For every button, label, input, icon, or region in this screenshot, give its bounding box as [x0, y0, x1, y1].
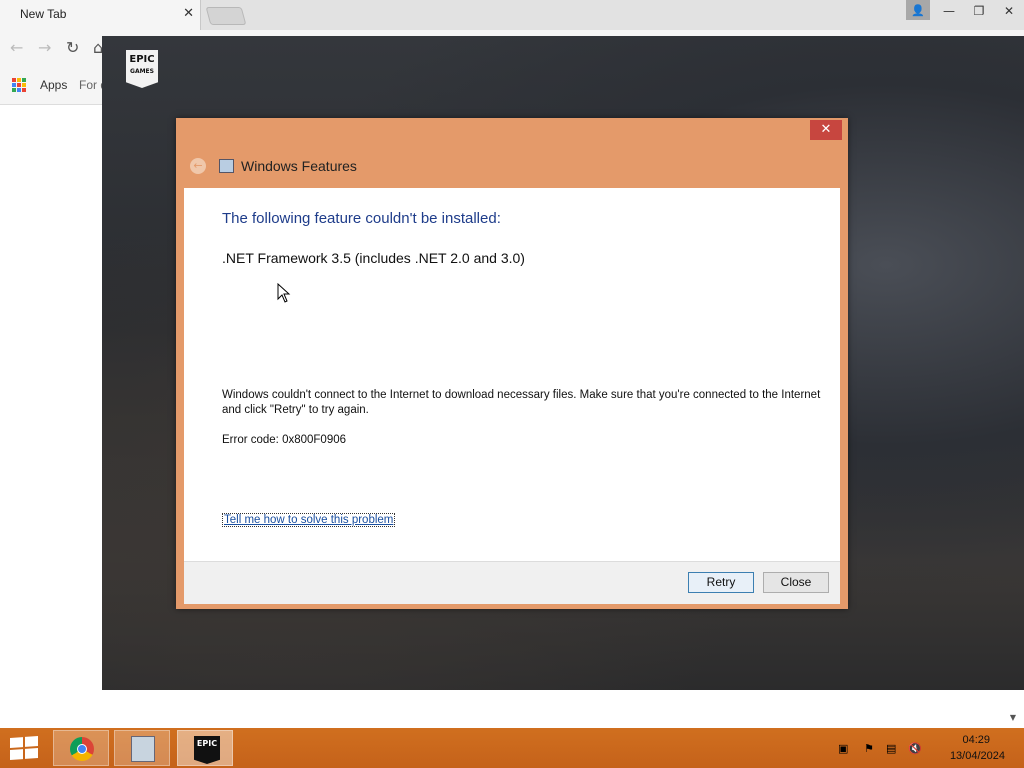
volume-muted-icon[interactable]: 🔇 [908, 742, 922, 755]
scroll-down-icon[interactable]: ▼ [1010, 713, 1016, 722]
taskbar: EPIC ▣ ⚑ ▤ 🔇 04:29 13/04/2024 [0, 728, 1024, 768]
epic-tray-icon[interactable]: ▣ [838, 742, 848, 755]
tab-new-tab[interactable]: New Tab ✕ [0, 0, 201, 30]
chrome-icon [70, 737, 94, 761]
dialog-body: The following feature couldn't be instal… [184, 188, 840, 561]
dialog-footer: Retry Close [184, 561, 840, 604]
epic-games-icon: EPIC [194, 736, 220, 764]
windows-features-icon [219, 159, 234, 173]
profile-icon[interactable]: 👤 [906, 0, 930, 20]
forward-icon[interactable]: → [38, 38, 51, 57]
error-message: Windows couldn't connect to the Internet… [222, 389, 821, 416]
taskbar-epic-games[interactable]: EPIC [177, 730, 233, 766]
new-tab-button[interactable] [205, 7, 247, 25]
retry-button[interactable]: Retry [688, 572, 754, 593]
window-controls: 👤 — ❐ ✕ [906, 0, 1024, 22]
epic-logo: EPIC GAMES [126, 50, 158, 88]
restore-icon[interactable]: ❐ [964, 0, 994, 22]
window-close-icon[interactable]: ✕ [994, 0, 1024, 22]
back-icon[interactable]: ← [10, 38, 23, 57]
taskbar-windows-features[interactable] [114, 730, 170, 766]
error-code: Error code: 0x800F0906 [222, 434, 347, 446]
close-button[interactable]: Close [763, 572, 829, 593]
feature-name: .NET Framework 3.5 (includes .NET 2.0 an… [222, 250, 525, 266]
back-arrow-icon[interactable]: ← [190, 158, 206, 174]
apps-bookmark[interactable]: Apps [40, 78, 67, 92]
clock-time[interactable]: 04:29 [962, 734, 990, 746]
taskbar-chrome[interactable] [53, 730, 109, 766]
windows-features-icon [131, 736, 155, 762]
start-button[interactable] [10, 736, 38, 760]
apps-grid-icon[interactable] [12, 78, 26, 92]
windows-features-dialog: ✕ ← Windows Features The following featu… [176, 118, 848, 609]
help-link[interactable]: Tell me how to solve this problem [222, 513, 396, 527]
close-icon[interactable]: ✕ [183, 6, 194, 21]
reload-icon[interactable]: ↻ [66, 38, 79, 57]
dialog-close-icon[interactable]: ✕ [810, 120, 842, 140]
tab-strip: New Tab ✕ 👤 — ❐ ✕ [0, 0, 1024, 30]
error-heading: The following feature couldn't be instal… [222, 210, 501, 227]
flag-icon[interactable]: ⚑ [864, 742, 874, 755]
network-icon[interactable]: ▤ [886, 742, 896, 755]
dialog-title: Windows Features [241, 158, 357, 174]
system-tray: ▣ ⚑ ▤ 🔇 04:29 13/04/2024 [824, 728, 1024, 768]
clock-date[interactable]: 13/04/2024 [950, 750, 1005, 762]
tab-title: New Tab [20, 7, 67, 21]
mouse-cursor-icon [277, 283, 291, 303]
minimize-icon[interactable]: — [934, 0, 964, 22]
